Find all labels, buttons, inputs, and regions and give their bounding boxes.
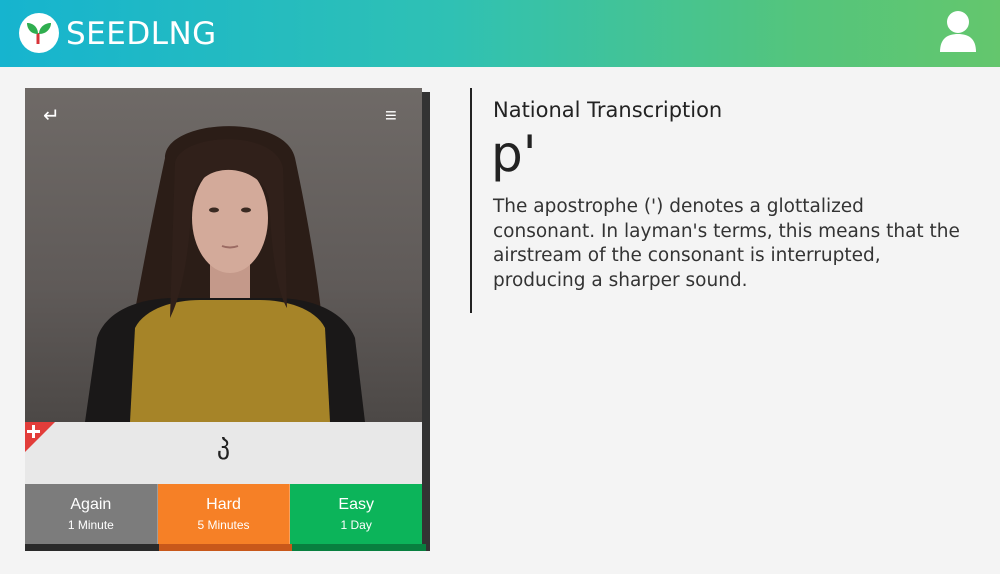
info-divider xyxy=(470,88,472,313)
flashcard: ↵ ≡ პ Again 1 Minute Hard 5 Minutes Easy… xyxy=(25,88,422,544)
info-title: National Transcription xyxy=(493,98,723,122)
return-arrow-icon[interactable]: ↵ xyxy=(43,106,60,126)
rating-buttons: Again 1 Minute Hard 5 Minutes Easy 1 Day xyxy=(25,484,422,544)
transcription-letter: p' xyxy=(491,125,537,183)
info-description: The apostrophe (') denotes a glottalized… xyxy=(493,196,960,291)
easy-button[interactable]: Easy 1 Day xyxy=(290,484,422,544)
user-icon[interactable] xyxy=(938,10,978,54)
logo[interactable] xyxy=(19,13,59,53)
caption-bar: პ xyxy=(25,422,422,485)
easy-label: Easy xyxy=(338,496,374,513)
video-player[interactable]: ↵ ≡ xyxy=(25,88,422,422)
top-header: SEEDLNG xyxy=(0,0,1000,67)
rating-shadow-strip xyxy=(25,544,427,551)
again-label: Again xyxy=(70,496,112,513)
georgian-letter: პ xyxy=(216,436,231,466)
again-interval: 1 Minute xyxy=(67,518,114,532)
hard-button[interactable]: Hard 5 Minutes xyxy=(157,484,291,544)
seedling-icon xyxy=(27,23,51,44)
georgian-flag-icon xyxy=(25,422,55,452)
easy-interval: 1 Day xyxy=(340,518,372,532)
logo-text: SEEDLNG xyxy=(66,16,217,52)
person-video-frame xyxy=(85,126,365,422)
again-button[interactable]: Again 1 Minute xyxy=(25,484,158,544)
hamburger-menu-icon[interactable]: ≡ xyxy=(385,106,397,126)
hard-label: Hard xyxy=(206,496,241,513)
hard-interval: 5 Minutes xyxy=(197,518,250,532)
